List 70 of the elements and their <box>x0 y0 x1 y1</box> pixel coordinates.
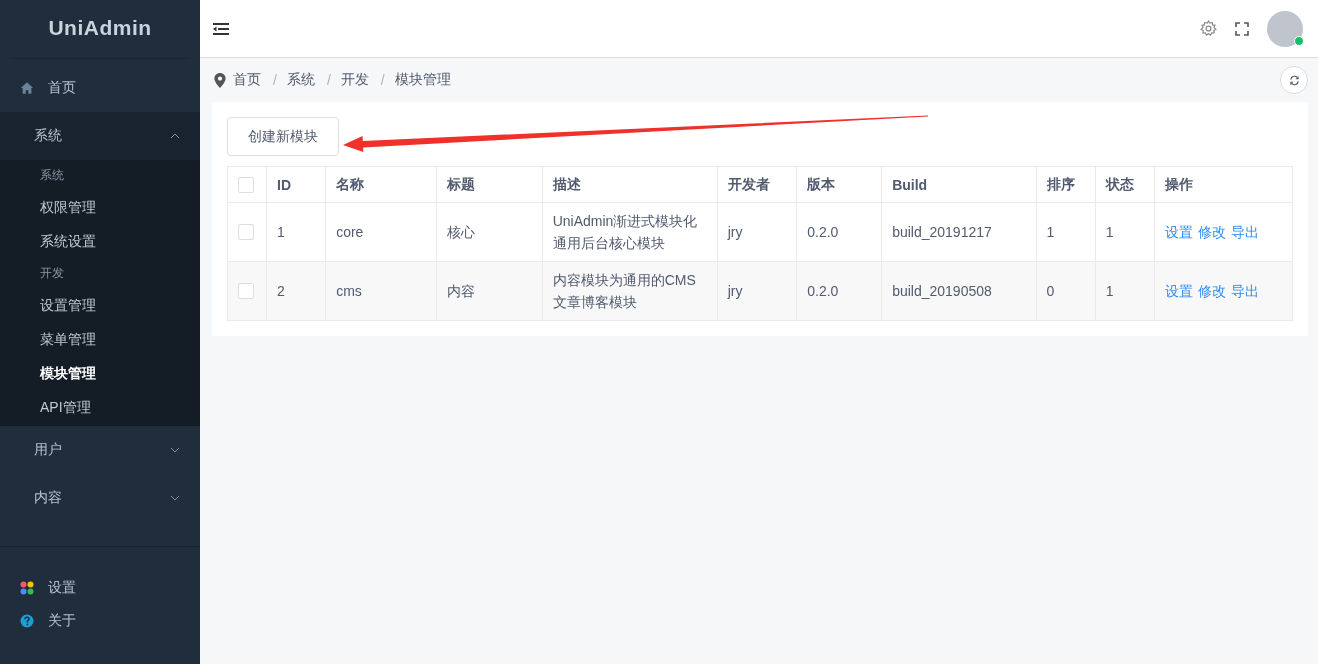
help-icon <box>20 613 34 628</box>
home-icon <box>20 81 34 95</box>
submenu-header[interactable]: 用户 <box>0 426 200 474</box>
row-checkbox[interactable] <box>238 283 254 299</box>
row-checkbox[interactable] <box>238 224 254 240</box>
location-pin-icon <box>214 72 226 88</box>
chevron-icon <box>170 133 180 139</box>
chevron-icon <box>170 447 180 453</box>
table-cell: 0.2.0 <box>796 261 882 321</box>
column-header: 描述 <box>542 166 718 203</box>
table-cell: 1 <box>1095 261 1155 321</box>
refresh-button[interactable] <box>1280 66 1308 94</box>
table-cell: cms <box>325 261 437 321</box>
table-cell: build_20191217 <box>881 202 1037 262</box>
breadcrumb-separator: / <box>380 72 385 88</box>
table-cell: build_20190508 <box>881 261 1037 321</box>
breadcrumb-item[interactable]: 首页 <box>233 71 261 89</box>
column-header: Build <box>881 166 1037 203</box>
table-cell: 核心 <box>436 202 543 262</box>
column-header: 开发者 <box>717 166 797 203</box>
column-header: ID <box>266 166 326 203</box>
menu-item[interactable]: 首页 <box>0 64 200 112</box>
breadcrumb-separator: / <box>326 72 331 88</box>
settings-icon[interactable] <box>1200 20 1217 37</box>
menu-item[interactable]: 权限管理 <box>0 190 200 224</box>
column-header: 标题 <box>436 166 543 203</box>
breadcrumb-item[interactable]: 模块管理 <box>394 71 451 89</box>
action-link[interactable]: 修改 <box>1197 224 1226 240</box>
table-cell: 0 <box>1036 261 1096 321</box>
table-cell: 2 <box>266 261 326 321</box>
column-header: 排序 <box>1036 166 1096 203</box>
column-header: 版本 <box>796 166 882 203</box>
submenu-header[interactable]: 内容 <box>0 474 200 522</box>
table-cell: 1 <box>1036 202 1096 262</box>
table-cell: 内容 <box>436 261 543 321</box>
avatar[interactable] <box>1267 10 1303 47</box>
table-cell: jry <box>717 202 797 262</box>
table-cell: 内容模块为通用的CMS文章博客模块 <box>542 261 718 321</box>
table-cell: 1 <box>1095 202 1155 262</box>
breadcrumb-item[interactable]: 开发 <box>340 71 369 89</box>
menu-group-label: 开发 <box>39 265 65 282</box>
action-link[interactable]: 设置 <box>1164 224 1193 240</box>
menu-icon[interactable] <box>213 22 229 35</box>
app-logo: UniAdmin <box>10 0 190 59</box>
menu-item[interactable]: 设置管理 <box>0 288 200 322</box>
fullscreen-icon[interactable] <box>1235 21 1249 36</box>
column-header: 操作 <box>1154 166 1293 203</box>
action-link[interactable]: 导出 <box>1230 224 1259 240</box>
apps-icon <box>20 580 34 595</box>
table-cell: 0.2.0 <box>796 202 882 262</box>
select-all-checkbox[interactable] <box>238 176 254 193</box>
menu-item[interactable]: 模块管理 <box>0 356 200 390</box>
footer-menu-item[interactable]: 关于 <box>48 611 76 630</box>
column-header: 名称 <box>325 166 437 203</box>
chevron-icon <box>170 495 180 501</box>
menu-item[interactable]: 系统设置 <box>0 224 200 258</box>
create-module-button[interactable]: 创建新模块 <box>227 117 339 156</box>
table-cell: UniAdmin渐进式模块化通用后台核心模块 <box>542 202 718 262</box>
table-cell: core <box>325 202 437 262</box>
table-cell: 1 <box>266 202 326 262</box>
submenu-header[interactable]: 系统 <box>0 112 200 160</box>
refresh-icon <box>1288 74 1300 86</box>
breadcrumb-item[interactable]: 系统 <box>286 71 315 89</box>
breadcrumb-separator: / <box>273 72 277 88</box>
table-cell: jry <box>717 261 797 321</box>
menu-item[interactable]: 菜单管理 <box>0 322 200 356</box>
column-header: 状态 <box>1095 166 1155 203</box>
menu-item[interactable]: API管理 <box>0 390 200 424</box>
footer-menu-item[interactable]: 设置 <box>48 578 76 597</box>
menu-group-label: 系统 <box>39 167 65 184</box>
